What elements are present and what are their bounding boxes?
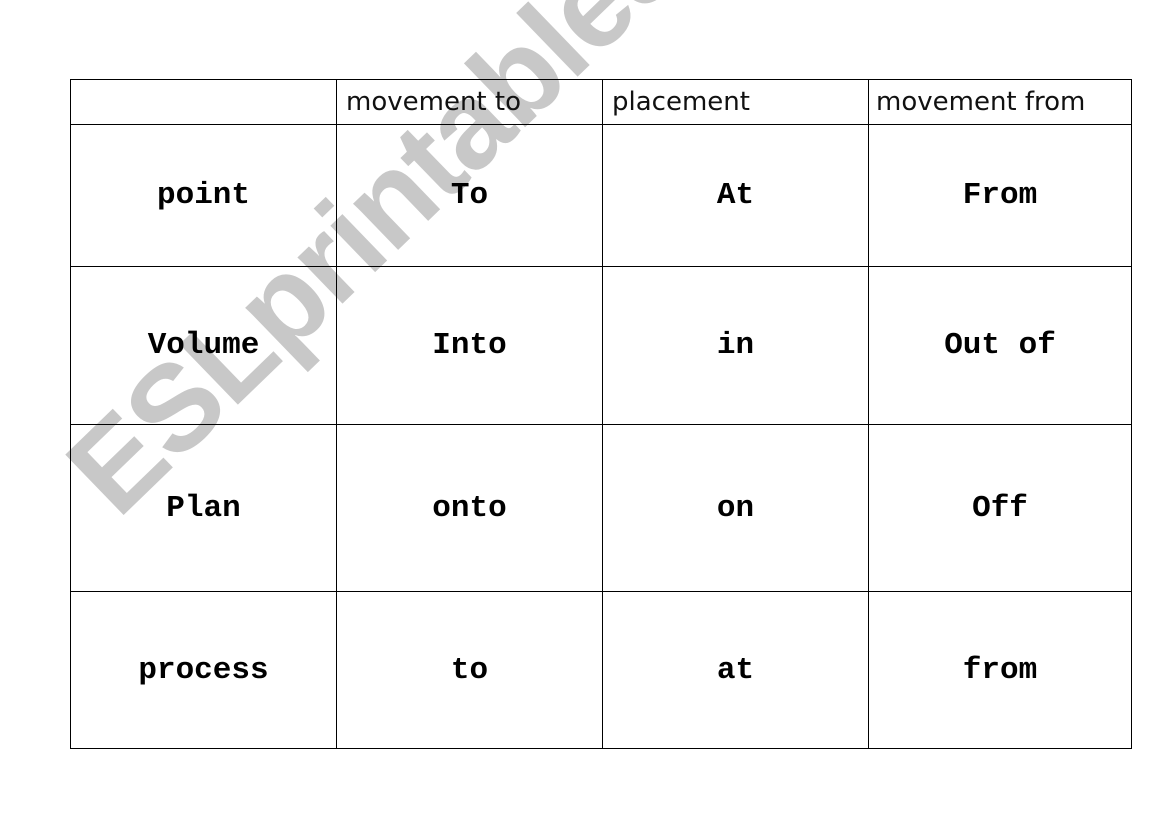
header-cell-empty xyxy=(70,79,337,125)
row-label-cell: Plan xyxy=(70,424,337,592)
table-cell: to xyxy=(336,591,603,749)
table-cell: from xyxy=(868,591,1132,749)
table-cell: on xyxy=(602,424,869,592)
header-cell-movement-to: movement to xyxy=(336,79,603,125)
table-cell: at xyxy=(602,591,869,749)
table-cell: onto xyxy=(336,424,603,592)
table-cell: To xyxy=(336,124,603,267)
table-cell: At xyxy=(602,124,869,267)
table-row: process to at from xyxy=(70,591,1132,749)
table-cell: From xyxy=(868,124,1132,267)
row-label-cell: Volume xyxy=(70,266,337,425)
table-row: point To At From xyxy=(70,124,1132,267)
table-cell: Into xyxy=(336,266,603,425)
header-cell-placement: placement xyxy=(602,79,869,125)
table-cell: Out of xyxy=(868,266,1132,425)
row-label-cell: point xyxy=(70,124,337,267)
row-label-cell: process xyxy=(70,591,337,749)
table-cell: Off xyxy=(868,424,1132,592)
preposition-table: movement to placement movement from poin… xyxy=(70,79,1132,749)
table-row: Plan onto on Off xyxy=(70,424,1132,592)
table-cell: in xyxy=(602,266,869,425)
header-row: movement to placement movement from xyxy=(70,79,1132,125)
header-cell-movement-from: movement from xyxy=(868,79,1132,125)
table-row: Volume Into in Out of xyxy=(70,266,1132,425)
